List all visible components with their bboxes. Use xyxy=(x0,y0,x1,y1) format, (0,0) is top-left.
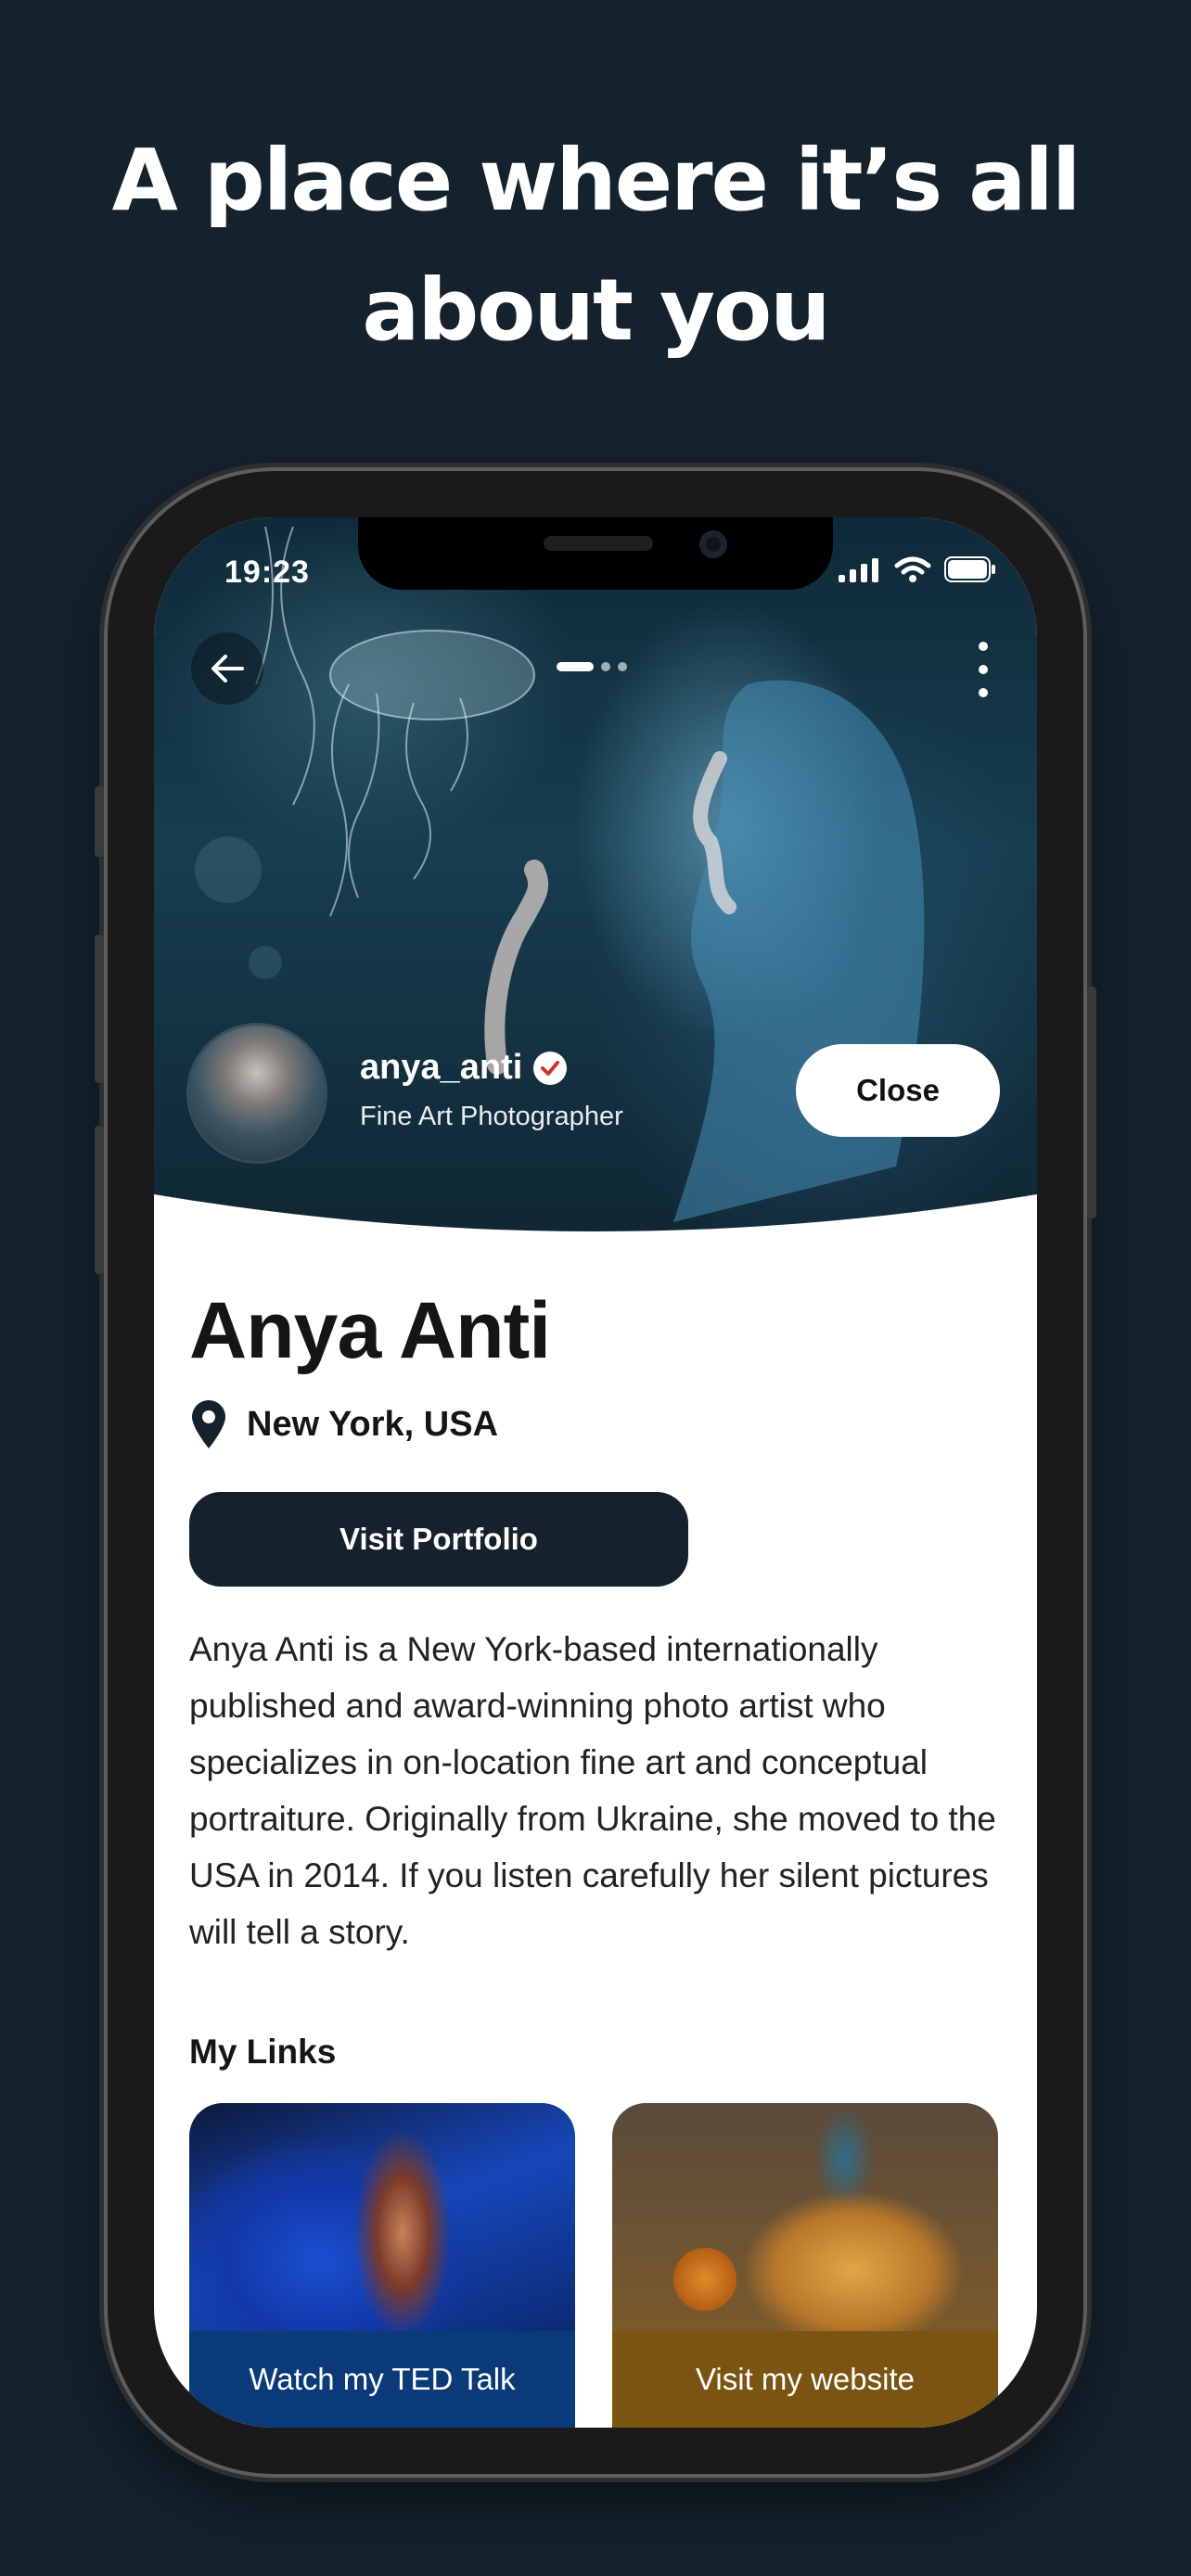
battery-icon xyxy=(944,556,995,582)
link-card-label: Visit my website xyxy=(612,2331,998,2428)
profile-subtitle: Fine Art Photographer xyxy=(360,1102,623,1131)
more-dot xyxy=(979,688,988,697)
cellular-signal-icon xyxy=(839,558,878,582)
more-dot xyxy=(979,642,988,651)
status-bar: 19:23 xyxy=(154,517,1037,590)
verified-badge-icon xyxy=(533,1051,568,1085)
pager-dot xyxy=(618,662,627,671)
power-button xyxy=(1087,987,1096,1218)
volume-up-button xyxy=(95,935,104,1083)
arrow-left-icon xyxy=(211,655,244,682)
username-row: anya_anti xyxy=(360,1048,568,1088)
photo-pager[interactable] xyxy=(557,662,627,671)
mute-switch xyxy=(95,786,104,857)
status-time: 19:23 xyxy=(224,555,310,590)
location-pin-icon xyxy=(192,1400,225,1448)
username: anya_anti xyxy=(360,1048,523,1087)
headline-line-2: about you xyxy=(362,261,830,360)
volume-down-button xyxy=(95,1126,104,1274)
link-card-image xyxy=(612,2103,998,2331)
headline-line-1: A place where it’s all xyxy=(111,131,1082,230)
link-card-ted-talk[interactable]: Watch my TED Talk xyxy=(189,2103,575,2428)
link-card-website[interactable]: Visit my website xyxy=(612,2103,998,2428)
visit-portfolio-button[interactable]: Visit Portfolio xyxy=(189,1492,688,1587)
link-card-label: Watch my TED Talk xyxy=(189,2331,575,2428)
close-button[interactable]: Close xyxy=(796,1044,1000,1137)
phone-frame: 19:23 anya_anti Fine Art Photographer Cl… xyxy=(95,471,1096,2474)
link-card-image xyxy=(189,2103,575,2331)
location-text: New York, USA xyxy=(247,1404,499,1444)
pager-dot-active xyxy=(557,662,594,671)
location-row: New York, USA xyxy=(189,1398,498,1450)
more-options-button[interactable] xyxy=(974,642,992,697)
links-section-title: My Links xyxy=(189,2033,337,2071)
profile-bio: Anya Anti is a New York-based internatio… xyxy=(189,1630,996,1951)
wifi-icon xyxy=(894,556,931,582)
marketing-headline: A place where it’s all about you xyxy=(0,116,1191,376)
status-icons xyxy=(839,556,996,582)
profile-name: Anya Anti xyxy=(189,1286,551,1375)
more-dot xyxy=(979,665,988,674)
avatar[interactable] xyxy=(189,1026,325,1161)
back-button[interactable] xyxy=(191,632,263,705)
phone-screen: 19:23 anya_anti Fine Art Photographer Cl… xyxy=(154,517,1037,2428)
hero-curve xyxy=(154,1194,1037,1287)
pager-dot xyxy=(601,662,610,671)
